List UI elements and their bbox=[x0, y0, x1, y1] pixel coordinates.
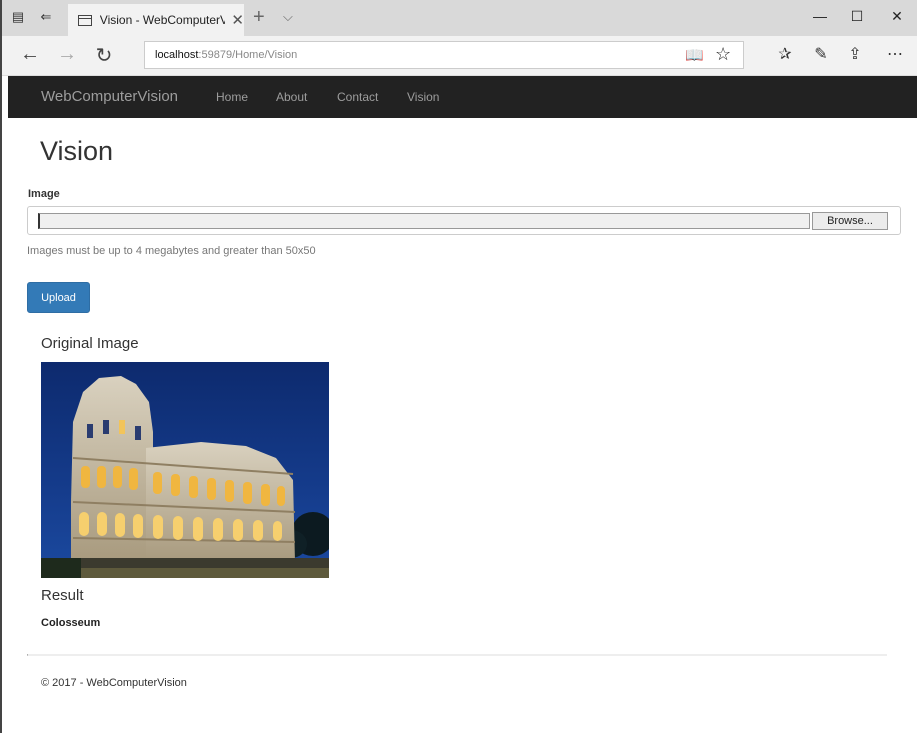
tab-bar: ▤ ⇐ Vision - WebComputerV ✕ + ⌵ — ☐ ✕ bbox=[2, 0, 917, 36]
result-heading: Result bbox=[41, 587, 84, 604]
image-field-label: Image bbox=[28, 188, 60, 200]
file-input-group: Browse... bbox=[27, 206, 901, 235]
address-bar-row: ← → ↻ localhost:59879/Home/Vision 📖 ☆ ✰ … bbox=[2, 36, 917, 76]
file-path-input[interactable] bbox=[38, 213, 810, 229]
page-title: Vision bbox=[40, 136, 114, 166]
tab-vision[interactable]: Vision - WebComputerV ✕ bbox=[68, 4, 244, 36]
nav-link-home[interactable]: Home bbox=[216, 90, 248, 104]
browser-window: ▤ ⇐ Vision - WebComputerV ✕ + ⌵ — ☐ ✕ ← … bbox=[0, 0, 917, 733]
favorites-hub-icon[interactable]: ✰ bbox=[774, 44, 796, 64]
nav-link-about[interactable]: About bbox=[276, 90, 307, 104]
url-text: localhost:59879/Home/Vision bbox=[155, 49, 298, 61]
close-window-button[interactable]: ✕ bbox=[887, 8, 907, 25]
colosseum-photo bbox=[41, 362, 329, 578]
pen-icon[interactable]: ✎ bbox=[810, 44, 832, 64]
site-navbar: WebComputerVision Home About Contact Vis… bbox=[8, 76, 917, 118]
more-icon[interactable]: ⋯ bbox=[884, 44, 906, 64]
result-value: Colosseum bbox=[41, 617, 101, 629]
close-tab-icon[interactable]: ✕ bbox=[231, 11, 244, 29]
brand-link[interactable]: WebComputerVision bbox=[41, 88, 178, 105]
refresh-icon[interactable]: ↻ bbox=[92, 43, 116, 68]
tab-title: Vision - WebComputerV bbox=[99, 13, 226, 27]
help-text: Images must be up to 4 megabytes and gre… bbox=[27, 245, 316, 257]
star-icon[interactable]: ☆ bbox=[715, 44, 731, 65]
browse-button[interactable]: Browse... bbox=[812, 212, 888, 230]
page-icon bbox=[78, 14, 92, 26]
tab-list-chevron-icon[interactable]: ⌵ bbox=[283, 9, 293, 25]
maximize-button[interactable]: ☐ bbox=[847, 8, 867, 25]
footer-divider bbox=[27, 654, 887, 656]
reading-view-icon[interactable]: 📖 bbox=[685, 46, 704, 64]
forward-arrow-icon[interactable]: → bbox=[55, 43, 79, 66]
tab-preview-icon[interactable]: ▤ bbox=[11, 10, 25, 24]
address-input[interactable]: localhost:59879/Home/Vision 📖 ☆ bbox=[144, 41, 744, 69]
footer-copyright: © 2017 - WebComputerVision bbox=[41, 677, 187, 689]
nav-link-vision[interactable]: Vision bbox=[407, 90, 439, 104]
back-arrow-icon[interactable]: ← bbox=[18, 43, 42, 66]
set-aside-tabs-icon[interactable]: ⇐ bbox=[39, 10, 53, 24]
nav-link-contact[interactable]: Contact bbox=[337, 90, 378, 104]
original-image-heading: Original Image bbox=[41, 335, 139, 352]
share-icon[interactable]: ⇪ bbox=[844, 44, 866, 64]
upload-button[interactable]: Upload bbox=[27, 282, 90, 313]
new-tab-button[interactable]: + bbox=[253, 6, 265, 29]
minimize-button[interactable]: — bbox=[810, 8, 830, 24]
